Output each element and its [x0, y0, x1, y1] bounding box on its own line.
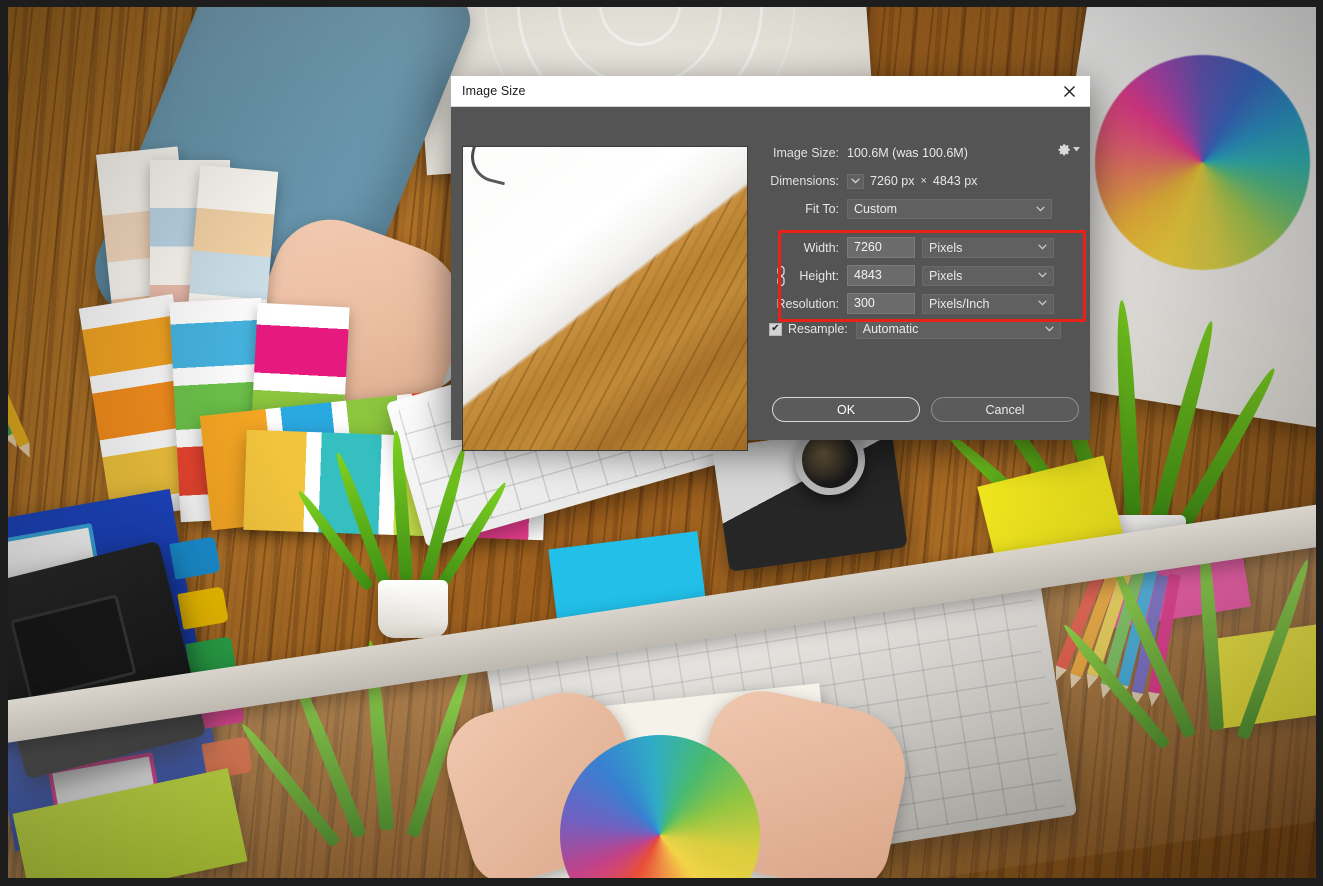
fit-to-row: Fit To: Custom: [761, 199, 1090, 219]
settings-panel: Image Size: 100.6M (was 100.6M) Dimensio…: [761, 143, 1090, 339]
preview-wood-grain: [463, 147, 747, 450]
width-label: Width:: [803, 240, 839, 255]
dialog-titlebar: Image Size: [451, 76, 1090, 107]
resample-value: Automatic: [862, 322, 919, 336]
gear-icon[interactable]: [1058, 143, 1080, 156]
image-frame-right: [1316, 0, 1323, 886]
dialog-buttons: OK Cancel: [772, 397, 1079, 422]
image-size-value: 100.6M (was 100.6M): [847, 146, 968, 160]
resolution-input[interactable]: 300: [847, 293, 915, 314]
dimensions-label: Dimensions:: [770, 174, 839, 188]
resample-checkbox[interactable]: ✔: [769, 322, 782, 336]
height-input[interactable]: 4843: [847, 265, 915, 286]
gear-caret-icon: [1073, 147, 1080, 152]
image-size-row: Image Size: 100.6M (was 100.6M): [761, 143, 1090, 163]
chevron-down-icon: [1038, 243, 1047, 252]
image-preview-thumbnail: [463, 147, 747, 450]
fit-to-value: Custom: [854, 202, 898, 216]
image-frame-bottom: [0, 878, 1323, 886]
width-row: Width: 7260 Pixels: [761, 237, 1090, 258]
dimensions-row: Dimensions: 7260 px × 4843 px: [761, 171, 1090, 191]
height-unit-value: Pixels: [929, 268, 963, 283]
height-label: Height:: [799, 268, 839, 283]
height-unit-select[interactable]: Pixels: [922, 265, 1054, 286]
resample-label: Resample:: [788, 322, 848, 336]
fit-to-select[interactable]: Custom: [847, 199, 1052, 219]
resolution-label: Resolution:: [776, 296, 839, 311]
image-size-dialog: Image Size Image Size: 100.6M (was 100.6…: [451, 76, 1090, 450]
resolution-unit-value: Pixels/Inch: [929, 296, 990, 311]
image-frame-left: [0, 0, 8, 886]
chevron-down-icon: [1036, 205, 1045, 214]
ok-button[interactable]: OK: [772, 397, 920, 422]
dimensions-height-value: 4843 px: [932, 174, 978, 188]
resample-select[interactable]: Automatic: [855, 319, 1061, 339]
dialog-body: Image Size: 100.6M (was 100.6M) Dimensio…: [451, 107, 1090, 450]
chevron-down-icon: [1045, 325, 1054, 334]
resolution-unit-select[interactable]: Pixels/Inch: [922, 293, 1054, 314]
image-size-label: Image Size:: [772, 146, 839, 160]
width-input[interactable]: 7260: [847, 237, 915, 258]
width-unit-value: Pixels: [929, 240, 963, 255]
dimensions-width-value: 7260 px: [870, 174, 915, 188]
chevron-down-icon: [1038, 299, 1047, 308]
chevron-down-icon: [1038, 271, 1047, 280]
cancel-button[interactable]: Cancel: [931, 397, 1079, 422]
height-row: Height: 4843 Pixels: [761, 265, 1090, 286]
dimensions-multiply-symbol: ×: [920, 175, 927, 187]
resolution-row: Resolution: 300 Pixels/Inch: [761, 293, 1090, 314]
chain-link-icon[interactable]: [775, 265, 787, 289]
dialog-title: Image Size: [462, 84, 526, 98]
resample-row: ✔ Resample: Automatic: [761, 319, 1090, 339]
image-frame-top: [0, 0, 1323, 7]
width-unit-select[interactable]: Pixels: [922, 237, 1054, 258]
fit-to-label: Fit To:: [805, 202, 839, 216]
dimensions-chevron-down-icon[interactable]: [847, 173, 864, 189]
close-icon[interactable]: [1054, 77, 1084, 105]
